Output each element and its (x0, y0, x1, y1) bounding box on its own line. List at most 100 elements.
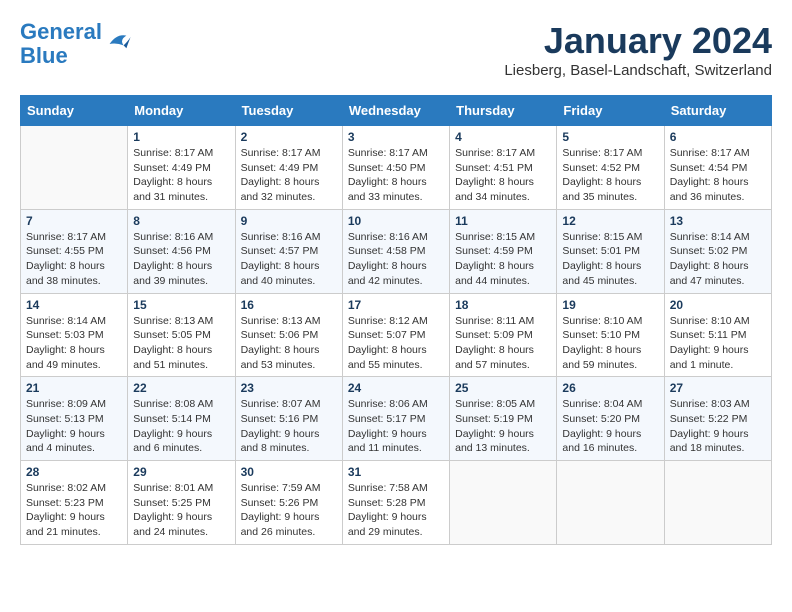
calendar-cell (664, 461, 771, 545)
calendar-cell: 2 Sunrise: 8:17 AMSunset: 4:49 PMDaylight… (235, 126, 342, 210)
weekday-header-wednesday: Wednesday (342, 96, 449, 126)
calendar-cell: 12 Sunrise: 8:15 AMSunset: 5:01 PMDayligh… (557, 209, 664, 293)
day-number: 28 (26, 465, 122, 479)
day-number: 4 (455, 130, 551, 144)
logo-text: General Blue (20, 20, 102, 68)
day-info: Sunrise: 8:14 AMSunset: 5:02 PMDaylight:… (670, 230, 766, 289)
day-number: 22 (133, 381, 229, 395)
day-number: 6 (670, 130, 766, 144)
day-number: 19 (562, 298, 658, 312)
calendar-week-row: 28 Sunrise: 8:02 AMSunset: 5:23 PMDayligh… (21, 461, 772, 545)
logo: General Blue (20, 20, 132, 68)
day-number: 23 (241, 381, 337, 395)
calendar-cell: 31 Sunrise: 7:58 AMSunset: 5:28 PMDayligh… (342, 461, 449, 545)
calendar-cell: 19 Sunrise: 8:10 AMSunset: 5:10 PMDayligh… (557, 293, 664, 377)
day-info: Sunrise: 7:59 AMSunset: 5:26 PMDaylight:… (241, 481, 337, 540)
calendar-week-row: 1 Sunrise: 8:17 AMSunset: 4:49 PMDaylight… (21, 126, 772, 210)
day-number: 10 (348, 214, 444, 228)
calendar-body: 1 Sunrise: 8:17 AMSunset: 4:49 PMDaylight… (21, 126, 772, 545)
page-header: General Blue January 2024 Liesberg, Base… (20, 20, 772, 79)
calendar-cell: 22 Sunrise: 8:08 AMSunset: 5:14 PMDayligh… (128, 377, 235, 461)
day-info: Sunrise: 8:13 AMSunset: 5:05 PMDaylight:… (133, 314, 229, 373)
weekday-header-friday: Friday (557, 96, 664, 126)
calendar-cell: 3Sunrise: 8:17 AMSunset: 4:50 PMDaylight… (342, 126, 449, 210)
calendar-header: SundayMondayTuesdayWednesdayThursdayFrid… (21, 96, 772, 126)
calendar-cell: 20Sunrise: 8:10 AMSunset: 5:11 PMDayligh… (664, 293, 771, 377)
day-number: 29 (133, 465, 229, 479)
day-info: Sunrise: 8:17 AMSunset: 4:49 PMDaylight:… (241, 146, 337, 205)
calendar-cell: 11Sunrise: 8:15 AMSunset: 4:59 PMDayligh… (450, 209, 557, 293)
day-info: Sunrise: 8:05 AMSunset: 5:19 PMDaylight:… (455, 397, 551, 456)
weekday-header-row: SundayMondayTuesdayWednesdayThursdayFrid… (21, 96, 772, 126)
logo-line2: Blue (20, 43, 68, 68)
day-info: Sunrise: 8:15 AMSunset: 4:59 PMDaylight:… (455, 230, 551, 289)
day-number: 9 (241, 214, 337, 228)
day-number: 26 (562, 381, 658, 395)
calendar-cell: 4 Sunrise: 8:17 AMSunset: 4:51 PMDaylight… (450, 126, 557, 210)
calendar-cell (21, 126, 128, 210)
day-info: Sunrise: 8:16 AMSunset: 4:58 PMDaylight:… (348, 230, 444, 289)
day-info: Sunrise: 8:07 AMSunset: 5:16 PMDaylight:… (241, 397, 337, 456)
day-number: 12 (562, 214, 658, 228)
calendar-cell: 28 Sunrise: 8:02 AMSunset: 5:23 PMDayligh… (21, 461, 128, 545)
day-info: Sunrise: 8:10 AMSunset: 5:11 PMDaylight:… (670, 314, 766, 373)
calendar-cell: 23 Sunrise: 8:07 AMSunset: 5:16 PMDayligh… (235, 377, 342, 461)
day-number: 13 (670, 214, 766, 228)
day-info: Sunrise: 8:12 AMSunset: 5:07 PMDaylight:… (348, 314, 444, 373)
calendar-cell: 30Sunrise: 7:59 AMSunset: 5:26 PMDayligh… (235, 461, 342, 545)
calendar-cell: 25 Sunrise: 8:05 AMSunset: 5:19 PMDayligh… (450, 377, 557, 461)
day-number: 8 (133, 214, 229, 228)
calendar-cell: 17 Sunrise: 8:12 AMSunset: 5:07 PMDayligh… (342, 293, 449, 377)
calendar-cell: 21 Sunrise: 8:09 AMSunset: 5:13 PMDayligh… (21, 377, 128, 461)
day-info: Sunrise: 8:16 AMSunset: 4:57 PMDaylight:… (241, 230, 337, 289)
day-number: 5 (562, 130, 658, 144)
day-number: 27 (670, 381, 766, 395)
weekday-header-tuesday: Tuesday (235, 96, 342, 126)
calendar-week-row: 7 Sunrise: 8:17 AMSunset: 4:55 PMDaylight… (21, 209, 772, 293)
weekday-header-sunday: Sunday (21, 96, 128, 126)
day-number: 25 (455, 381, 551, 395)
calendar-week-row: 14 Sunrise: 8:14 AMSunset: 5:03 PMDayligh… (21, 293, 772, 377)
day-info: Sunrise: 8:01 AMSunset: 5:25 PMDaylight:… (133, 481, 229, 540)
day-info: Sunrise: 8:14 AMSunset: 5:03 PMDaylight:… (26, 314, 122, 373)
day-number: 3 (348, 130, 444, 144)
calendar-table: SundayMondayTuesdayWednesdayThursdayFrid… (20, 95, 772, 545)
subtitle: Liesberg, Basel-Landschaft, Switzerland (504, 62, 772, 79)
calendar-cell: 26Sunrise: 8:04 AMSunset: 5:20 PMDayligh… (557, 377, 664, 461)
calendar-cell: 24Sunrise: 8:06 AMSunset: 5:17 PMDayligh… (342, 377, 449, 461)
calendar-cell: 9 Sunrise: 8:16 AMSunset: 4:57 PMDaylight… (235, 209, 342, 293)
weekday-header-saturday: Saturday (664, 96, 771, 126)
day-info: Sunrise: 8:08 AMSunset: 5:14 PMDaylight:… (133, 397, 229, 456)
day-info: Sunrise: 8:17 AMSunset: 4:55 PMDaylight:… (26, 230, 122, 289)
day-number: 31 (348, 465, 444, 479)
day-info: Sunrise: 8:15 AMSunset: 5:01 PMDaylight:… (562, 230, 658, 289)
day-number: 17 (348, 298, 444, 312)
calendar-cell: 5Sunrise: 8:17 AMSunset: 4:52 PMDaylight… (557, 126, 664, 210)
day-number: 2 (241, 130, 337, 144)
calendar-cell: 8 Sunrise: 8:16 AMSunset: 4:56 PMDaylight… (128, 209, 235, 293)
calendar-cell: 15 Sunrise: 8:13 AMSunset: 5:05 PMDayligh… (128, 293, 235, 377)
calendar-cell: 18Sunrise: 8:11 AMSunset: 5:09 PMDayligh… (450, 293, 557, 377)
calendar-cell: 7 Sunrise: 8:17 AMSunset: 4:55 PMDaylight… (21, 209, 128, 293)
day-info: Sunrise: 8:16 AMSunset: 4:56 PMDaylight:… (133, 230, 229, 289)
day-number: 24 (348, 381, 444, 395)
day-info: Sunrise: 8:09 AMSunset: 5:13 PMDaylight:… (26, 397, 122, 456)
day-info: Sunrise: 7:58 AMSunset: 5:28 PMDaylight:… (348, 481, 444, 540)
day-number: 14 (26, 298, 122, 312)
day-info: Sunrise: 8:17 AMSunset: 4:51 PMDaylight:… (455, 146, 551, 205)
calendar-cell (450, 461, 557, 545)
day-info: Sunrise: 8:17 AMSunset: 4:49 PMDaylight:… (133, 146, 229, 205)
day-number: 21 (26, 381, 122, 395)
month-title: January 2024 (504, 20, 772, 62)
logo-bird-icon (104, 30, 132, 58)
day-number: 15 (133, 298, 229, 312)
calendar-cell: 6Sunrise: 8:17 AMSunset: 4:54 PMDaylight… (664, 126, 771, 210)
logo-line1: General (20, 19, 102, 44)
day-info: Sunrise: 8:02 AMSunset: 5:23 PMDaylight:… (26, 481, 122, 540)
calendar-cell: 16Sunrise: 8:13 AMSunset: 5:06 PMDayligh… (235, 293, 342, 377)
day-number: 1 (133, 130, 229, 144)
day-number: 7 (26, 214, 122, 228)
day-info: Sunrise: 8:10 AMSunset: 5:10 PMDaylight:… (562, 314, 658, 373)
day-number: 16 (241, 298, 337, 312)
weekday-header-thursday: Thursday (450, 96, 557, 126)
